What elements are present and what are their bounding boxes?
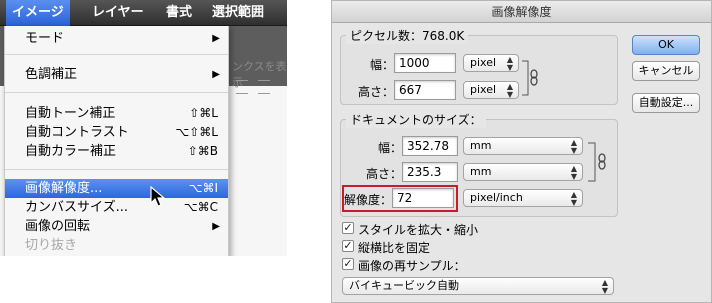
doc-height-unit: mm — [470, 165, 492, 178]
menubar-item-layer[interactable]: レイヤー — [86, 0, 150, 26]
pixel-height-unit-select[interactable]: pixel ▲ ▼ — [463, 81, 519, 99]
menubar-item-type[interactable]: 書式 — [160, 0, 198, 26]
menu-item-shortcut: ⇧⌘B — [187, 144, 218, 158]
pixel-height-field[interactable]: 667 — [394, 80, 456, 100]
menu-item-shortcut: ⌥⇧⌘L — [175, 125, 218, 139]
updown-arrows-icon: ▲ ▼ — [570, 164, 577, 181]
menu-item-label: 自動トーン補正 — [25, 106, 116, 121]
pixel-height-label: 高さ： — [357, 85, 394, 99]
doc-width-label: 幅： — [377, 141, 402, 155]
resolution-field[interactable]: 72 — [392, 188, 454, 208]
menu-item-crop: 切り抜き — [5, 236, 228, 255]
menu-bar: イメージ レイヤー 書式 選択範囲 — [0, 0, 287, 26]
doc-height-label: 高さ： — [365, 167, 402, 181]
pixel-width-label: 幅： — [369, 58, 394, 72]
doc-height-field[interactable]: 235.3 — [402, 162, 458, 182]
pixel-width-unit-select[interactable]: pixel ▲ ▼ — [463, 54, 519, 72]
doc-chain-link-icon — [588, 142, 606, 182]
menu-separator — [5, 169, 228, 170]
dialog-title: 画像解像度 — [332, 1, 711, 23]
menu-item-label: 画像の回転 — [25, 219, 91, 234]
menu-screenshot: ンクスを表示 イメージ レイヤー 書式 選択範囲 モード ▶ 色調補正 ▶ 自動… — [0, 0, 287, 256]
menu-item-shortcut: ⌥⌘I — [188, 181, 218, 195]
constrain-proportions-label: 縦横比を固定 — [358, 241, 431, 255]
menu-separator — [5, 54, 228, 55]
resolution-unit-select[interactable]: pixel/inch ▲ ▼ — [463, 189, 583, 207]
resample-method-select[interactable]: バイキュービック自動 ▲ ▼ — [342, 277, 614, 295]
menu-item-label: モード — [25, 31, 65, 46]
menu-item-canvas-size[interactable]: カンバスサイズ... ⌥⌘C — [5, 198, 228, 217]
menu-item-label: カンバスサイズ... — [25, 200, 129, 215]
menu-item-label: 自動カラー補正 — [25, 144, 117, 159]
updown-arrows-icon: ▲ ▼ — [570, 138, 577, 155]
menu-item-label: 切り抜き — [25, 238, 78, 253]
submenu-arrow-icon: ▶ — [212, 69, 220, 80]
menu-item-label: 自動コントラスト — [25, 125, 129, 140]
doc-width-unit: mm — [470, 139, 492, 152]
menubar-item-select[interactable]: 選択範囲 — [206, 0, 270, 26]
pixel-width-unit: pixel — [470, 56, 497, 69]
menu-item-image-size[interactable]: 画像解像度... ⌥⌘I — [5, 179, 228, 198]
menu-item-auto-tone[interactable]: 自動トーン補正 ⇧⌘L — [5, 104, 228, 123]
menu-item-label: 画像解像度... — [25, 181, 103, 196]
resample-method-value: バイキュービック自動 — [349, 279, 459, 292]
align-center-icon — [258, 80, 270, 94]
submenu-arrow-icon: ▶ — [212, 33, 220, 44]
scale-styles-label: スタイルを拡大・縮小 — [358, 223, 479, 237]
menu-item-auto-contrast[interactable]: 自動コントラスト ⌥⇧⌘L — [5, 123, 228, 142]
menu-item-adjustments[interactable]: 色調補正 ▶ — [5, 65, 228, 84]
align-icon — [236, 80, 248, 94]
mouse-pointer-icon — [150, 186, 166, 207]
image-size-dialog: 画像解像度 ピクセル数：768.0K 幅： 1000 pixel ▲ ▼ 高さ： … — [331, 0, 712, 303]
doc-height-unit-select[interactable]: mm ▲ ▼ — [463, 163, 583, 181]
resolution-unit: pixel/inch — [470, 191, 523, 204]
menu-item-image-rotation[interactable]: 画像の回転 ▶ — [5, 217, 228, 236]
constrain-proportions-checkbox[interactable]: ✓ — [342, 240, 354, 252]
menu-item-auto-color[interactable]: 自動カラー補正 ⇧⌘B — [5, 142, 228, 161]
updown-arrows-icon: ▲ ▼ — [506, 55, 513, 72]
menu-item-shortcut: ⇧⌘L — [189, 106, 218, 120]
pixel-height-unit: pixel — [470, 83, 497, 96]
updown-arrows-icon: ▲ ▼ — [570, 190, 577, 207]
ok-button[interactable]: OK — [632, 35, 700, 55]
doc-width-unit-select[interactable]: mm ▲ ▼ — [463, 137, 583, 155]
resample-checkbox[interactable]: ✓ — [342, 258, 354, 270]
menubar-item-image[interactable]: イメージ — [6, 0, 70, 26]
resolution-label: 解像度： — [343, 193, 392, 207]
auto-button[interactable]: 自動設定... — [632, 93, 700, 113]
toolbar-ghost-text: ンクスを表示 — [232, 60, 287, 89]
document-size-legend: ドキュメントのサイズ： — [346, 111, 486, 128]
updown-arrows-icon: ▲ ▼ — [601, 278, 608, 295]
pixel-width-field[interactable]: 1000 — [394, 53, 456, 73]
image-menu-dropdown: モード ▶ 色調補正 ▶ 自動トーン補正 ⇧⌘L 自動コントラスト ⌥⇧⌘L 自… — [4, 26, 229, 256]
doc-width-field[interactable]: 352.78 — [402, 136, 458, 156]
menu-item-mode[interactable]: モード ▶ — [5, 29, 228, 48]
pixel-chain-link-icon — [522, 60, 538, 96]
submenu-arrow-icon: ▶ — [212, 221, 220, 232]
scale-styles-checkbox[interactable]: ✓ — [342, 222, 354, 234]
menu-item-label: 色調補正 — [25, 67, 78, 82]
resample-label: 画像の再サンプル： — [358, 259, 466, 273]
cancel-button[interactable]: キャンセル — [632, 61, 700, 81]
pixel-dimensions-legend: ピクセル数：768.0K — [346, 27, 469, 44]
menu-separator — [5, 92, 228, 93]
updown-arrows-icon: ▲ ▼ — [506, 82, 513, 99]
menu-item-shortcut: ⌥⌘C — [183, 200, 218, 214]
